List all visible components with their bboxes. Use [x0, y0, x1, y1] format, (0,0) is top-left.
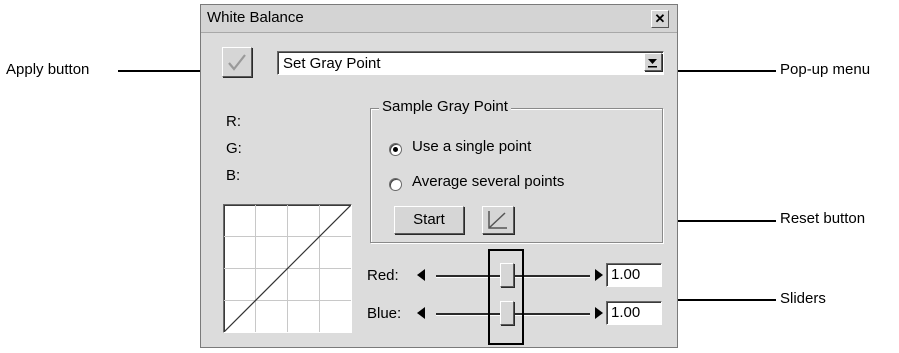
- dropdown-selected-value: Set Gray Point: [283, 55, 381, 72]
- radio-single-point-label: Use a single point: [412, 138, 532, 155]
- close-icon[interactable]: ✕: [651, 10, 669, 28]
- window-title: White Balance: [207, 9, 304, 26]
- curve-graph: [223, 204, 352, 333]
- red-increase-arrow-icon[interactable]: [595, 269, 603, 281]
- title-bar[interactable]: White Balance ✕: [201, 5, 677, 33]
- sliders-highlight-box: [488, 249, 524, 345]
- radio-average-points[interactable]: [389, 178, 402, 191]
- blue-value-field[interactable]: 1.00: [606, 301, 662, 325]
- r-readout-label: R:: [226, 113, 241, 130]
- g-readout-label: G:: [226, 140, 242, 157]
- callout-sliders: Sliders: [780, 290, 826, 307]
- check-icon: [228, 54, 246, 71]
- group-title: Sample Gray Point: [379, 98, 511, 115]
- callout-apply-button: Apply button: [6, 61, 90, 78]
- chevron-down-icon[interactable]: [644, 53, 662, 71]
- start-button[interactable]: Start: [394, 206, 464, 234]
- callout-popup-menu: Pop-up menu: [780, 61, 871, 78]
- radio-single-point[interactable]: [389, 143, 402, 156]
- radio-average-points-label: Average several points: [412, 173, 565, 190]
- red-slider-label: Red:: [367, 267, 399, 284]
- blue-decrease-arrow-icon[interactable]: [417, 307, 425, 319]
- white-balance-window: White Balance ✕ Set Gray Point R: G: B:: [200, 4, 678, 348]
- reset-curve-icon: [488, 211, 507, 229]
- red-value-field[interactable]: 1.00: [606, 263, 662, 287]
- mode-dropdown[interactable]: Set Gray Point: [277, 51, 664, 75]
- callout-reset-button: Reset button: [780, 210, 866, 227]
- reset-button[interactable]: [482, 206, 514, 234]
- apply-button[interactable]: [222, 47, 252, 77]
- blue-slider-label: Blue:: [367, 305, 402, 322]
- blue-increase-arrow-icon[interactable]: [595, 307, 603, 319]
- b-readout-label: B:: [226, 167, 241, 184]
- red-decrease-arrow-icon[interactable]: [417, 269, 425, 281]
